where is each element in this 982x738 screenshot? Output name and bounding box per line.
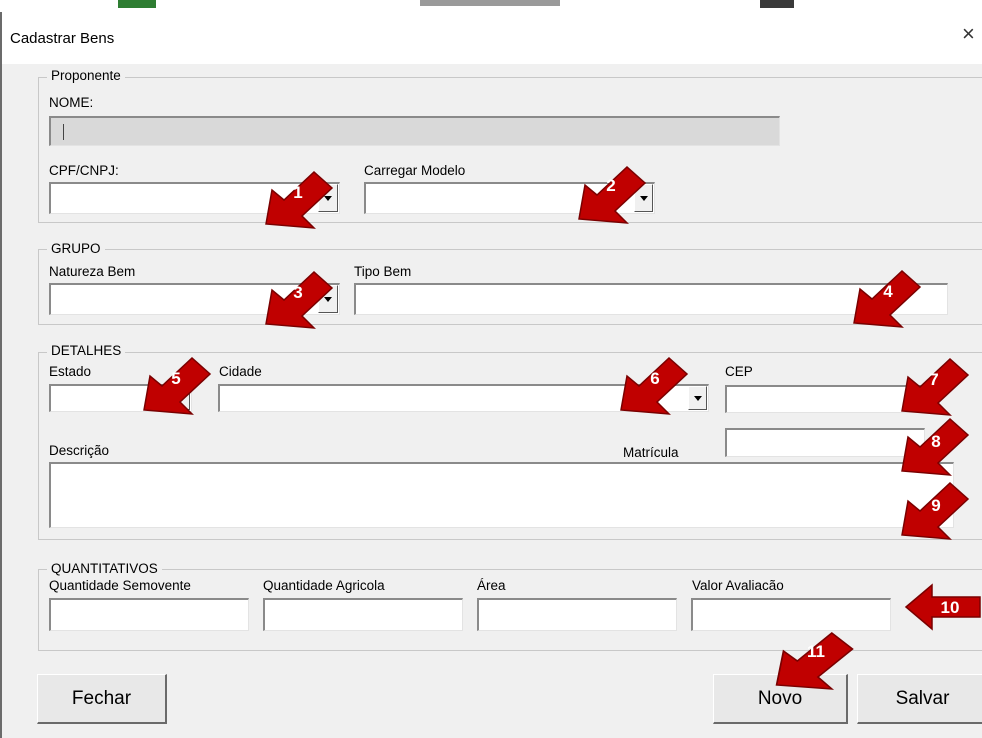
callout-arrow-icon: 4 (853, 269, 922, 328)
cidade-label: Cidade (219, 364, 262, 379)
callout-arrow-icon: 10 (904, 583, 981, 631)
area-input[interactable] (477, 598, 677, 631)
callout-number: 11 (807, 642, 825, 661)
matricula-input[interactable] (725, 428, 925, 457)
nome-label: NOME: (49, 95, 94, 110)
descricao-textarea[interactable] (49, 462, 954, 528)
callout-arrow-icon: 1 (265, 170, 334, 229)
estado-label: Estado (49, 364, 92, 379)
callout-number: 1 (293, 183, 302, 202)
agricola-label: Quantidade Agricola (263, 578, 385, 593)
area-label: Área (477, 578, 506, 593)
callout-number: 7 (929, 370, 938, 389)
callout-number: 8 (931, 432, 940, 451)
callout-arrow-icon: 8 (901, 417, 970, 476)
callout-number: 9 (931, 496, 940, 515)
callout-arrow-icon: 11 (775, 631, 854, 690)
callout-arrow-icon: 7 (901, 357, 970, 416)
callout-arrow-icon: 2 (578, 165, 647, 224)
semovente-input[interactable] (49, 598, 249, 631)
natureza-label: Natureza Bem (49, 264, 136, 279)
proponente-legend: Proponente (47, 68, 125, 83)
fechar-button[interactable]: Fechar (37, 674, 167, 724)
matricula-label: Matrícula (623, 445, 679, 460)
callout-number: 6 (650, 369, 659, 388)
nome-field[interactable] (49, 116, 780, 146)
callout-arrow-icon: 9 (901, 481, 970, 540)
cpf-label: CPF/CNPJ: (49, 163, 119, 178)
salvar-button[interactable]: Salvar (857, 674, 982, 724)
callout-number: 5 (171, 369, 180, 388)
callout-number: 2 (606, 176, 615, 195)
window-title: Cadastrar Bens (10, 30, 115, 47)
descricao-label: Descrição (49, 443, 110, 458)
background-window-edge (0, 12, 2, 738)
detalhes-legend: DETALHES (47, 343, 126, 358)
text-caret (63, 124, 64, 140)
callout-arrow-icon: 5 (143, 356, 212, 415)
callout-number: 3 (293, 283, 302, 302)
quantitativos-legend: QUANTITATIVOS (47, 561, 162, 576)
callout-number: 4 (883, 282, 893, 301)
tipo-label: Tipo Bem (354, 264, 412, 279)
callout-arrow-icon: 3 (265, 270, 334, 329)
callout-arrow-icon: 6 (620, 356, 689, 415)
cep-label: CEP (725, 364, 753, 379)
cep-input[interactable] (725, 385, 925, 413)
semovente-label: Quantidade Semovente (49, 578, 191, 593)
modelo-label: Carregar Modelo (364, 163, 466, 178)
title-bar (2, 12, 982, 64)
agricola-input[interactable] (263, 598, 463, 631)
valor-label: Valor Avaliacão (692, 578, 784, 593)
close-icon[interactable]: × (962, 20, 975, 48)
grupo-legend: GRUPO (47, 241, 105, 256)
callout-number: 10 (941, 598, 960, 617)
